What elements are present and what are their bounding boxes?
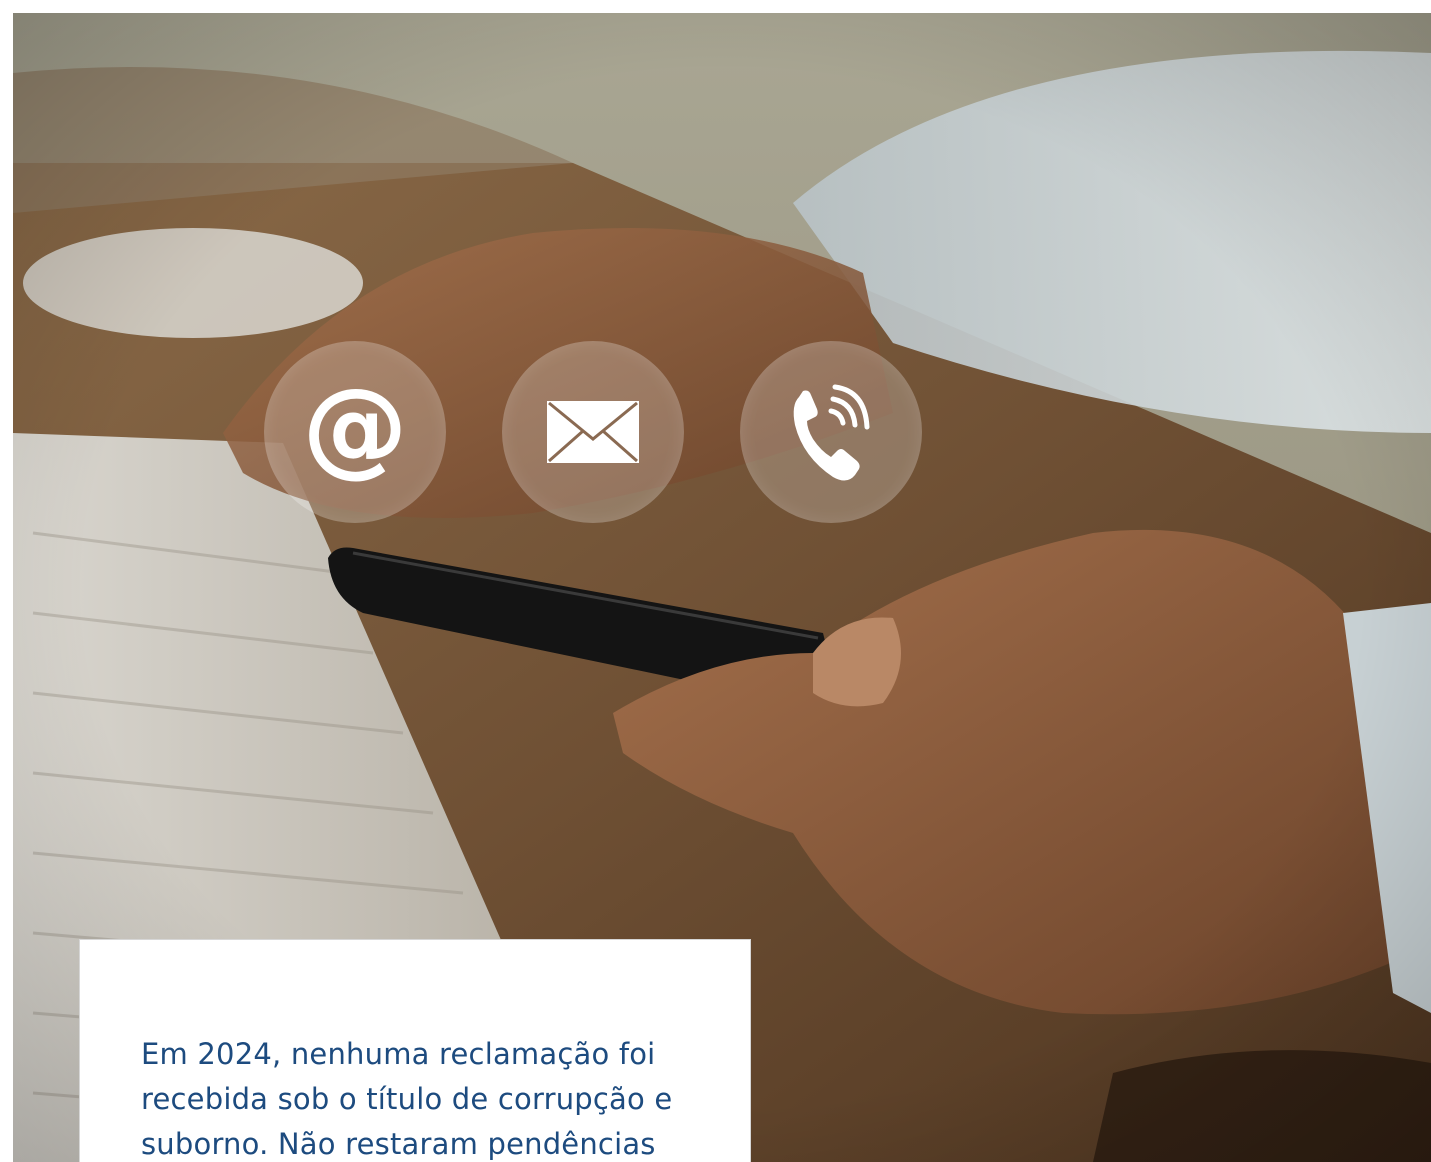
- phone-call-icon: [793, 384, 870, 481]
- envelope-bubble: [502, 341, 684, 523]
- svg-text:@: @: [302, 377, 408, 487]
- info-textbox: Em 2024, nenhuma reclamação foi recebida…: [79, 939, 751, 1162]
- textbox-line-1: Em 2024, nenhuma reclamação foi: [141, 1037, 656, 1071]
- page: @ Em 2024, nenhuma reclamação foi recebi…: [0, 0, 1431, 1162]
- envelope-icon: [547, 401, 639, 463]
- at-sign-icon: @: [302, 377, 408, 487]
- textbox-line-2: recebida sob o título de corrupção e: [141, 1082, 673, 1116]
- textbox-line-3: suborno. Não restaram pendências: [141, 1127, 656, 1161]
- phone-call-bubble: [740, 341, 922, 523]
- at-sign-bubble: @: [264, 341, 446, 523]
- textbox-body: Em 2024, nenhuma reclamação foi recebida…: [141, 1032, 701, 1162]
